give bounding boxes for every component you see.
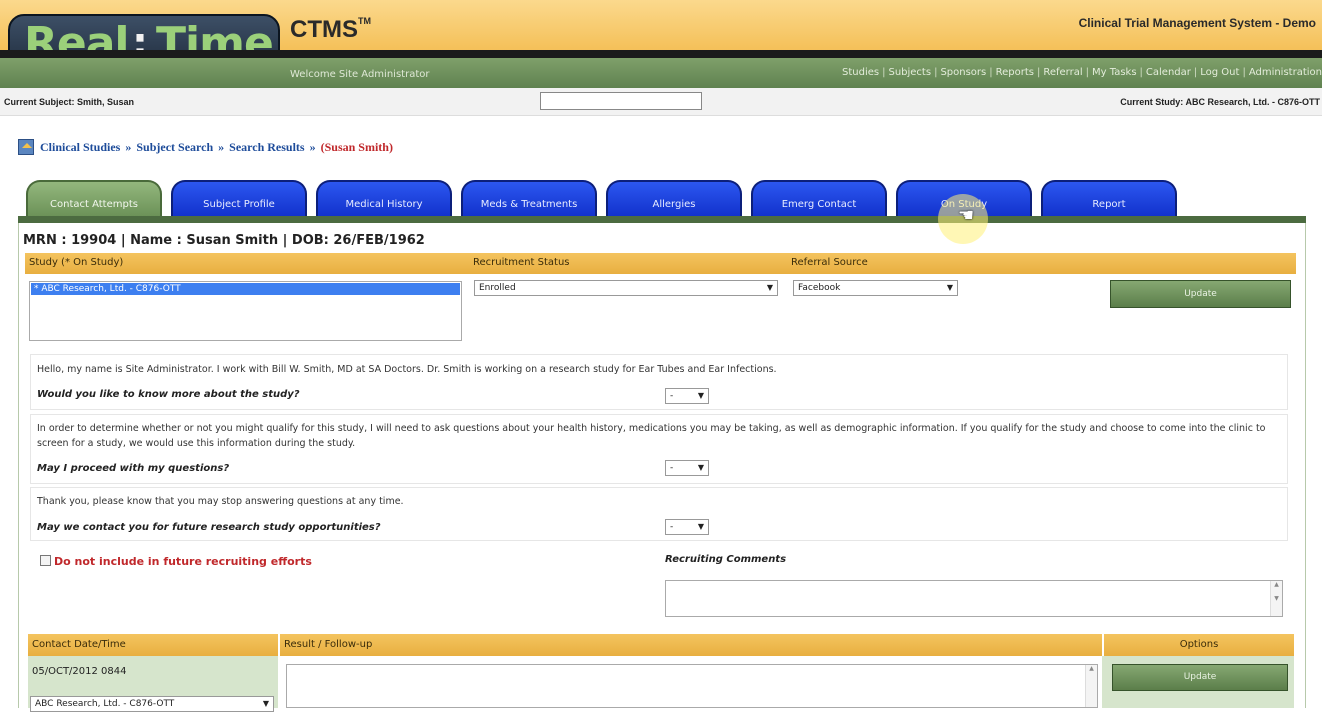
app-header: Real : Time CTMSTM Clinical Trial Manage… — [0, 0, 1322, 88]
nav-link-calendar[interactable]: Calendar — [1146, 67, 1191, 78]
tab-contact-attempts[interactable]: Contact Attempts — [26, 180, 162, 216]
chevron-down-icon: ▼ — [946, 283, 953, 292]
hand-pointer-icon: ☚ — [958, 205, 975, 226]
result-header: Result / Follow-up — [280, 634, 1102, 656]
question-text: May I proceed with my questions? — [37, 463, 230, 474]
top-nav-links: Studies | Subjects | Sponsors | Reports | Referr… — [841, 67, 1322, 78]
subject-tabs: Contact Attempts Subject Profile Medical… — [0, 180, 1322, 216]
contact-date-value: 05/OCT/2012 0844 — [32, 666, 127, 677]
exclude-recruiting-label: Do not include in future recruiting effo… — [54, 555, 312, 568]
product-name: CTMSTM — [290, 16, 371, 43]
top-nav-bar: Welcome Site Administrator Studies | Subje… — [0, 58, 1322, 88]
tab-meds-treatments[interactable]: Meds & Treatments — [461, 180, 597, 216]
study-option[interactable]: * ABC Research, Ltd. - C876-OTT — [31, 283, 460, 295]
tab-subject-profile[interactable]: Subject Profile — [171, 180, 307, 216]
recruitment-status-header: Recruitment Status — [473, 257, 570, 268]
recruitment-status-select[interactable]: Enrolled ▼ — [474, 280, 778, 296]
answer-select-2[interactable]: - ▼ — [665, 460, 709, 476]
chevron-down-icon: ▼ — [697, 522, 704, 531]
current-study: Current Study: ABC Research, Ltd. - C876… — [1120, 97, 1320, 107]
scrollbar[interactable]: ▲ ▼ — [1270, 581, 1282, 616]
study-listbox[interactable]: * ABC Research, Ltd. - C876-OTT — [29, 281, 462, 341]
breadcrumb-clinical-studies[interactable]: Clinical Studies — [40, 140, 120, 154]
question-text: May we contact you for future research s… — [37, 522, 381, 533]
tab-report[interactable]: Report — [1041, 180, 1177, 216]
referral-source-header: Referral Source — [791, 257, 868, 268]
chevron-down-icon: ▼ — [766, 283, 773, 292]
chevron-down-icon: ▼ — [697, 463, 704, 472]
question-intro: Thank you, please know that you may stop… — [37, 496, 404, 507]
quick-search-input[interactable] — [540, 92, 702, 110]
referral-source-value: Facebook — [798, 283, 841, 293]
system-title: Clinical Trial Management System - Demo — [1078, 16, 1316, 30]
question-intro: In order to determine whether or not you… — [37, 423, 1266, 449]
welcome-text: Welcome Site Administrator — [290, 69, 430, 80]
scrollbar[interactable]: ▲ — [1085, 665, 1097, 707]
nav-link-studies[interactable]: Studies — [842, 67, 879, 78]
update-contact-button[interactable]: Update — [1112, 664, 1288, 691]
tab-underline — [18, 216, 1306, 223]
breadcrumb-subject-search[interactable]: Subject Search — [136, 140, 213, 154]
update-study-button[interactable]: Update — [1110, 280, 1291, 308]
nav-link-subjects[interactable]: Subjects — [888, 67, 931, 78]
patient-summary: MRN : 19904 | Name : Susan Smith | DOB: … — [23, 233, 425, 248]
chevron-down-icon: ▼ — [697, 391, 704, 400]
answer-value: - — [670, 391, 674, 401]
contact-date-header: Contact Date/Time — [28, 634, 278, 656]
breadcrumb-separator: » — [125, 140, 132, 154]
question-intro: Hello, my name is Site Administrator. I … — [37, 364, 777, 375]
question-text: Would you like to know more about the st… — [37, 389, 300, 400]
nav-link-sponsors[interactable]: Sponsors — [940, 67, 986, 78]
exclude-recruiting-checkbox[interactable] — [40, 555, 51, 566]
current-context-bar: Current Subject: Smith, Susan Current St… — [0, 88, 1322, 116]
nav-link-log-out[interactable]: Log Out — [1200, 67, 1239, 78]
tab-allergies[interactable]: Allergies — [606, 180, 742, 216]
options-header: Options — [1104, 634, 1294, 656]
nav-link-administration[interactable]: Administration — [1249, 67, 1322, 78]
contact-table-header: Contact Date/Time Result / Follow-up Opt… — [28, 634, 1294, 656]
breadcrumb-separator: » — [309, 140, 316, 154]
answer-select-1[interactable]: - ▼ — [665, 388, 709, 404]
answer-value: - — [670, 522, 674, 532]
question-block: In order to determine whether or not you… — [30, 414, 1288, 484]
recruiting-comments-textarea[interactable]: ▲ ▼ — [665, 580, 1283, 617]
nav-link-reports[interactable]: Reports — [996, 67, 1034, 78]
tab-emerg-contact[interactable]: Emerg Contact — [751, 180, 887, 216]
nav-link-my-tasks[interactable]: My Tasks — [1092, 67, 1137, 78]
recruiting-comments-label: Recruiting Comments — [665, 554, 787, 565]
result-followup-textarea[interactable]: ▲ — [286, 664, 1098, 708]
study-column-header: Study (* On Study) — [29, 257, 124, 268]
header-divider — [0, 50, 1322, 58]
answer-value: - — [670, 463, 674, 473]
referral-source-select[interactable]: Facebook ▼ — [793, 280, 958, 296]
breadcrumb-search-results[interactable]: Search Results — [229, 140, 304, 154]
breadcrumb: Clinical Studies » Subject Search » Search R… — [18, 139, 393, 155]
recruitment-status-value: Enrolled — [479, 283, 516, 293]
question-block: Thank you, please know that you may stop… — [30, 487, 1288, 541]
answer-select-3[interactable]: - ▼ — [665, 519, 709, 535]
contact-study-select[interactable]: ABC Research, Ltd. - C876-OTT ▼ — [30, 696, 274, 712]
tab-medical-history[interactable]: Medical History — [316, 180, 452, 216]
study-header-bar: Study (* On Study) Recruitment Status Re… — [25, 253, 1296, 274]
chevron-down-icon: ▼ — [262, 699, 269, 708]
breadcrumb-separator: » — [218, 140, 225, 154]
nav-link-referral[interactable]: Referral — [1043, 67, 1082, 78]
home-icon[interactable] — [18, 139, 34, 155]
current-subject: Current Subject: Smith, Susan — [4, 97, 135, 107]
breadcrumb-current: (Susan Smith) — [320, 140, 393, 154]
question-block: Hello, my name is Site Administrator. I … — [30, 354, 1288, 410]
